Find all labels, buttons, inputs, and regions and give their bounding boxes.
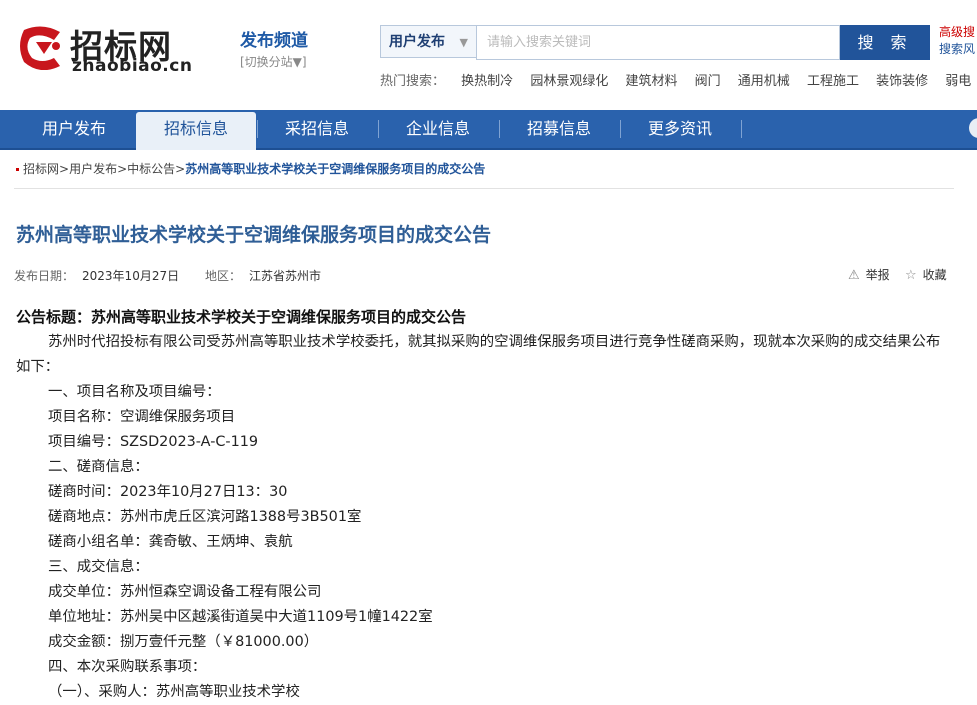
hot-search-item[interactable]: 阀门: [695, 74, 721, 89]
notice-body: 公告标题：苏州高等职业技术学校关于空调维保服务项目的成交公告 苏州时代招投标有限…: [16, 305, 948, 705]
star-icon: ☆: [904, 268, 917, 283]
notice-line: 磋商小组名单：龚奇敏、王炳坤、袁航: [48, 534, 293, 550]
notice-line: 二、磋商信息：: [48, 459, 149, 475]
search-button[interactable]: 搜 索: [840, 25, 930, 60]
notice-line: （一）、采购人：苏州高等职业技术学校: [48, 684, 300, 700]
channel-block: 发布频道 [切换分站▼]: [240, 26, 308, 70]
nav-item-more-news[interactable]: 更多资讯: [620, 110, 740, 148]
notice-line: 磋商时间：2023年10月27日13：30: [48, 484, 288, 500]
hot-search-item[interactable]: 换热制冷: [461, 74, 513, 89]
bullet-icon: [16, 168, 19, 171]
notice-intro: 苏州时代招投标有限公司受苏州高等职业技术学校委托，就其拟采购的空调维保服务项目进…: [16, 334, 941, 375]
nav-divider: [741, 120, 742, 138]
nav-item-company-info[interactable]: 企业信息: [378, 110, 498, 148]
nav-user-icon[interactable]: [969, 118, 977, 138]
doc-tools: ⚠ 举报 ☆ 收藏: [848, 266, 947, 283]
advanced-search-link[interactable]: 高级搜: [939, 24, 975, 41]
breadcrumb-link[interactable]: 招标网: [23, 162, 59, 176]
breadcrumb-link[interactable]: 中标公告: [127, 162, 175, 176]
publish-date: 2023年10月27日: [82, 269, 180, 283]
switch-site-link[interactable]: [切换分站▼]: [240, 53, 308, 70]
breadcrumb: 招标网>用户发布>中标公告>苏州高等职业技术学校关于空调维保服务项目的成交公告: [16, 160, 485, 177]
main-nav: 用户发布 招标信息 采招信息 企业信息 招募信息 更多资讯: [0, 110, 977, 150]
notice-line: 单位地址：苏州吴中区越溪街道吴中大道1109号1幢1422室: [48, 609, 433, 625]
channel-title: 发布频道: [240, 31, 308, 51]
favorite-button[interactable]: ☆ 收藏: [904, 268, 947, 283]
search-input[interactable]: [476, 25, 840, 60]
search-type-select[interactable]: 用户发布 ▼: [380, 25, 476, 58]
notice-line: 磋商地点：苏州市虎丘区滨河路1388号3B501室: [48, 509, 362, 525]
nav-item-bidding-info[interactable]: 招标信息: [136, 112, 256, 150]
report-button[interactable]: ⚠ 举报: [848, 268, 890, 283]
hot-search-item[interactable]: 通用机械: [738, 74, 790, 89]
doc-meta: 发布日期： 2023年10月27日 地区： 江苏省苏州市: [14, 267, 343, 284]
favorite-label: 收藏: [922, 268, 947, 282]
page-title: 苏州高等职业技术学校关于空调维保服务项目的成交公告: [16, 224, 492, 246]
region-label: 地区：: [204, 269, 241, 283]
date-label: 发布日期：: [14, 269, 75, 283]
hot-searches: 热门搜索： 换热制冷 园林景观绿化 建筑材料 阀门 通用机械 工程施工 装饰装修…: [380, 70, 977, 89]
advanced-links: 高级搜 搜索风: [939, 24, 975, 58]
site-header: 招标网 zhaobiao.cn 发布频道 [切换分站▼] 用户发布 ▼ 搜 索 …: [0, 0, 977, 110]
warning-icon: ⚠: [848, 268, 860, 283]
breadcrumb-separator: >: [175, 162, 186, 176]
search-style-link[interactable]: 搜索风: [939, 41, 975, 58]
notice-line: 成交单位：苏州恒森空调设备工程有限公司: [48, 584, 322, 600]
nav-item-procurement-info[interactable]: 采招信息: [257, 110, 377, 148]
notice-line: 三、成交信息：: [48, 559, 149, 575]
hot-search-item[interactable]: 装饰装修: [876, 74, 928, 89]
notice-line: 四、本次采购联系事项：: [48, 659, 207, 675]
breadcrumb-current: 苏州高等职业技术学校关于空调维保服务项目的成交公告: [185, 162, 486, 176]
breadcrumb-separator: >: [117, 162, 128, 176]
hot-search-item[interactable]: 园林景观绿化: [530, 74, 608, 89]
notice-line: 项目名称：空调维保服务项目: [48, 409, 236, 425]
search-type-label: 用户发布: [389, 34, 445, 50]
breadcrumb-link[interactable]: 用户发布: [69, 162, 117, 176]
notice-heading: 公告标题：苏州高等职业技术学校关于空调维保服务项目的成交公告: [16, 308, 467, 326]
hot-search-item[interactable]: 工程施工: [807, 74, 859, 89]
notice-line: 一、项目名称及项目编号：: [48, 384, 221, 400]
report-label: 举报: [865, 268, 890, 282]
search-bar: 用户发布 ▼ 搜 索: [380, 25, 930, 60]
hot-search-item[interactable]: 弱电: [945, 74, 971, 89]
site-logo[interactable]: 招标网 zhaobiao.cn: [18, 22, 198, 76]
divider: [14, 188, 954, 189]
nav-item-recruit-info[interactable]: 招募信息: [499, 110, 619, 148]
hot-search-label: 热门搜索：: [380, 74, 446, 89]
logo-mark-icon: [20, 26, 60, 70]
region-value: 江苏省苏州市: [248, 269, 321, 283]
hot-search-item[interactable]: 建筑材料: [625, 74, 677, 89]
notice-line: 成交金额：捌万壹仟元整（￥81000.00）: [48, 634, 319, 650]
chevron-down-icon: ▼: [459, 36, 468, 49]
breadcrumb-separator: >: [59, 162, 70, 176]
nav-item-user-publish[interactable]: 用户发布: [14, 110, 134, 148]
logo-text-en: zhaobiao.cn: [72, 56, 193, 76]
notice-line: 项目编号：SZSD2023-A-C-119: [48, 434, 259, 450]
